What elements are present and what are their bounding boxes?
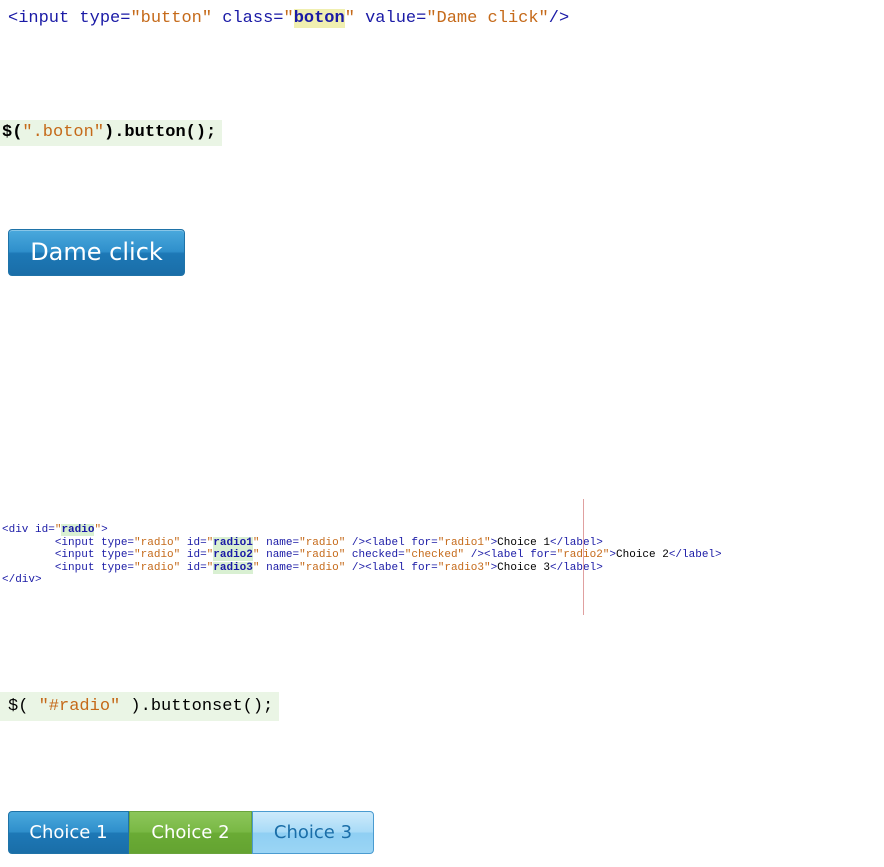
code-token: id= bbox=[180, 549, 207, 561]
html-input-snippet: <input type="button" class="boton" value… bbox=[8, 6, 569, 32]
code-token: id= bbox=[180, 536, 207, 549]
code-line: <input type="radio" id="radio3" name="ra… bbox=[2, 561, 722, 575]
code-token: "radio" bbox=[134, 536, 181, 549]
code-token: "Dame click" bbox=[426, 9, 549, 28]
code-token: "checked" bbox=[404, 549, 465, 561]
code-token: class= bbox=[212, 9, 284, 28]
code-lines: <div id="radio"> <input type="radio" id=… bbox=[2, 524, 722, 587]
code-token: "radio" bbox=[299, 549, 346, 561]
code-token: </label> bbox=[668, 549, 722, 561]
code-token: /> bbox=[548, 9, 570, 28]
code-token: </label> bbox=[549, 536, 603, 549]
code-token: for= bbox=[411, 561, 438, 574]
code-token: "radio3" bbox=[437, 561, 491, 574]
code-line: </div> bbox=[2, 574, 722, 587]
code-token: type= bbox=[101, 561, 135, 574]
code-token: checked= bbox=[345, 549, 405, 561]
code-token: for= bbox=[411, 536, 438, 549]
code-token: name= bbox=[259, 561, 300, 574]
code-token: <div bbox=[2, 524, 36, 536]
code-token-highlighted: radio1 bbox=[213, 536, 253, 549]
jquery-buttonset-snippet: $( "#radio" ).buttonset(); bbox=[0, 692, 280, 721]
code-token: " bbox=[283, 9, 294, 28]
code-token: </label> bbox=[549, 561, 603, 574]
code-token: <input bbox=[8, 9, 80, 28]
code-token: Choice 3 bbox=[497, 561, 550, 574]
code-token-highlighted: boton bbox=[293, 9, 345, 28]
code-token: " bbox=[252, 561, 260, 574]
code-token: type= bbox=[79, 9, 131, 28]
code-token: "radio" bbox=[299, 561, 346, 574]
code-line: <input type="radio" id="radio2" name="ra… bbox=[2, 549, 722, 562]
code-token: "radio" bbox=[299, 536, 346, 549]
dame-click-button[interactable]: Dame click bbox=[8, 229, 185, 276]
code-token: "button" bbox=[130, 9, 213, 28]
code-token: "radio" bbox=[134, 561, 181, 574]
code-token: type= bbox=[101, 536, 135, 549]
code-token: $( bbox=[2, 123, 23, 142]
code-token: "radio1" bbox=[437, 536, 491, 549]
editor-cursor-line bbox=[583, 499, 584, 615]
code-token-highlighted: radio3 bbox=[213, 561, 253, 574]
html-radio-snippet: <div id="radio"> <input type="radio" id=… bbox=[2, 499, 722, 615]
choice-3-button[interactable]: Choice 3 bbox=[252, 811, 374, 854]
radio-buttonset: Choice 1 Choice 2 Choice 3 bbox=[8, 811, 374, 854]
code-token: </div> bbox=[2, 574, 42, 586]
code-token: Choice 1 bbox=[497, 536, 550, 549]
code-token: $( bbox=[8, 697, 39, 716]
code-token: id= bbox=[180, 561, 207, 574]
code-token: for= bbox=[530, 549, 557, 561]
code-token-highlighted: radio bbox=[61, 524, 95, 536]
jquery-button-snippet: $(".boton").button(); bbox=[0, 120, 223, 146]
code-token: <input bbox=[54, 561, 102, 574]
code-token: /><label bbox=[345, 536, 412, 549]
choice-2-button[interactable]: Choice 2 bbox=[129, 811, 252, 854]
code-token: <input bbox=[54, 549, 102, 561]
code-token: " bbox=[344, 9, 355, 28]
code-token: " bbox=[252, 536, 260, 549]
code-token: ".boton" bbox=[22, 123, 105, 142]
choice-1-button[interactable]: Choice 1 bbox=[8, 811, 129, 854]
code-token: > bbox=[101, 524, 108, 536]
code-token: ).buttonset(); bbox=[120, 697, 274, 716]
code-token: /><label bbox=[345, 561, 412, 574]
code-token: value= bbox=[354, 9, 427, 28]
code-token: Choice 2 bbox=[616, 549, 669, 561]
code-token: " bbox=[252, 549, 260, 561]
code-token-highlighted: radio2 bbox=[213, 549, 253, 561]
code-token: ).button(); bbox=[104, 123, 217, 142]
code-token: "#radio" bbox=[38, 697, 121, 716]
code-token: name= bbox=[259, 536, 300, 549]
code-token: name= bbox=[259, 549, 300, 561]
code-token: <input bbox=[54, 536, 102, 549]
code-line: <div id="radio"> bbox=[2, 524, 722, 537]
code-token: "radio" bbox=[134, 549, 181, 561]
code-token: id= bbox=[35, 524, 55, 536]
code-line: <input type="radio" id="radio1" name="ra… bbox=[2, 536, 722, 550]
code-token: type= bbox=[101, 549, 135, 561]
code-token: /><label bbox=[464, 549, 531, 561]
